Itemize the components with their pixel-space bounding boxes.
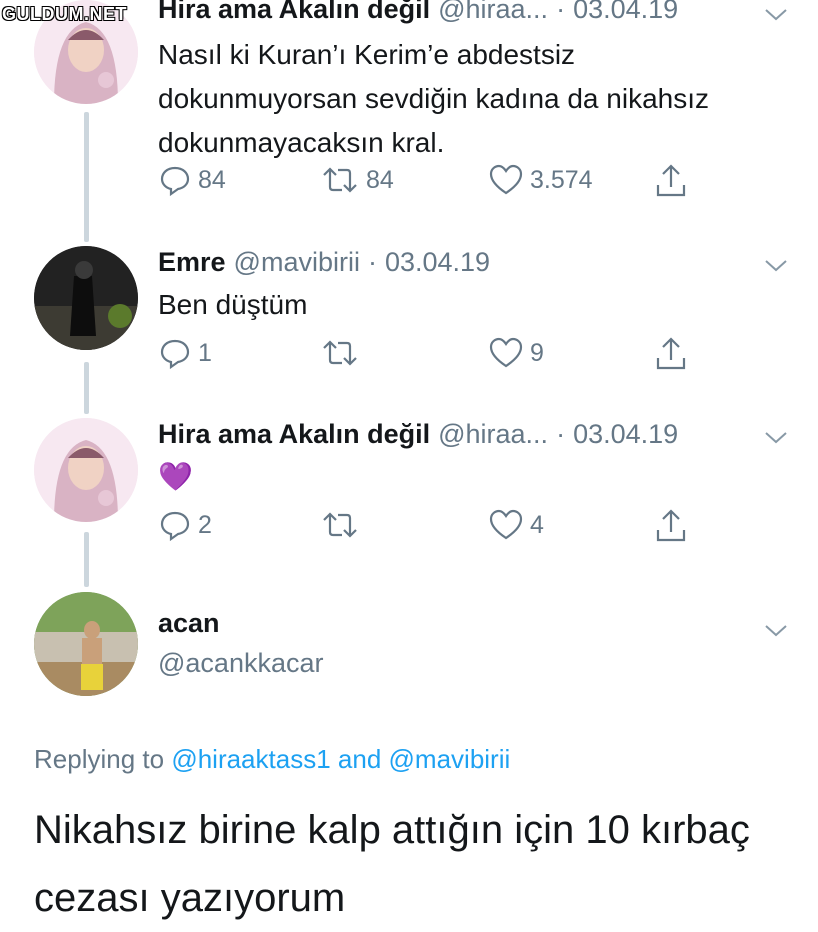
display-name[interactable]: Emre (158, 247, 226, 278)
display-name[interactable]: acan (158, 608, 220, 639)
display-name[interactable]: Hira ama Akalın değil (158, 419, 430, 450)
tweet-text: Ben düştüm (158, 283, 307, 327)
tweet-text-line: Ben düştüm (158, 289, 308, 320)
separator: · (556, 419, 566, 449)
purple-heart-emoji: 💜 (158, 460, 193, 493)
separator: · (367, 247, 377, 277)
chevron-down-icon[interactable] (762, 255, 790, 275)
tweet-header: Emre @mavibirii · 03.04.19 (158, 247, 490, 278)
tweet-text-line: dokunmuyorsan sevdiğin kadına da nikahsı… (158, 83, 710, 114)
share-button[interactable] (654, 163, 688, 199)
tweet-text-line: Nikahsız birine kalp attığın için 10 kır… (34, 808, 750, 852)
main-tweet-text: Nikahsız birine kalp attığın için 10 kır… (34, 796, 794, 932)
mention-link[interactable]: @hiraaktass1 (171, 744, 330, 774)
main-tweet-handle-row: @acankkacar (158, 648, 323, 679)
like-count: 9 (530, 338, 544, 367)
like-button[interactable]: 4 (488, 508, 544, 542)
avatar[interactable] (34, 246, 138, 350)
tweet-date[interactable]: 03.04.19 (573, 419, 678, 450)
avatar[interactable] (34, 592, 138, 696)
retweet-icon (323, 512, 357, 538)
share-icon (656, 337, 686, 370)
chevron-down-icon[interactable] (762, 620, 790, 640)
like-count: 3.574 (530, 165, 593, 194)
retweet-button[interactable]: 84 (320, 163, 394, 197)
like-button[interactable]: 9 (488, 336, 544, 370)
chevron-down-icon[interactable] (762, 427, 790, 447)
tweet-actions: 2 4 (158, 508, 698, 548)
replying-to: Replying to @hiraaktass1 and @mavibirii (34, 744, 510, 775)
heart-icon (489, 164, 523, 195)
reply-count: 2 (198, 510, 212, 539)
tweet-text: Nasıl ki Kuran’ı Kerim’e abdestsiz dokun… (158, 33, 709, 165)
heart-icon (489, 337, 523, 368)
tweet-date[interactable]: 03.04.19 (385, 247, 490, 278)
reply-button[interactable]: 84 (158, 163, 226, 197)
retweet-button[interactable] (320, 336, 366, 370)
user-handle[interactable]: @hiraa... (438, 419, 548, 450)
tweet-2[interactable]: Emre @mavibirii · 03.04.19 Ben düştüm 1 … (0, 246, 818, 396)
reply-icon (160, 166, 190, 197)
user-handle[interactable]: @acankkacar (158, 648, 323, 679)
avatar[interactable] (34, 418, 138, 522)
main-tweet-name-row: acan (158, 608, 220, 639)
replying-to-label: Replying to (34, 744, 165, 774)
tweet-header: Hira ama Akalın değil @hiraa... · 03.04.… (158, 419, 678, 450)
tweet-date[interactable]: 03.04.19 (573, 0, 678, 25)
reply-icon (160, 339, 190, 370)
chevron-down-icon[interactable] (762, 4, 790, 24)
share-button[interactable] (654, 336, 688, 372)
tweet-1[interactable]: Hira ama Akalın değil @hiraa... · 03.04.… (0, 0, 818, 230)
share-icon (656, 164, 686, 197)
like-count: 4 (530, 510, 544, 539)
retweet-button[interactable] (320, 508, 366, 542)
reply-button[interactable]: 1 (158, 336, 212, 370)
tweet-text-line: dokunmayacaksın kral. (158, 127, 445, 158)
watermark: GULDUM.NET (2, 4, 127, 24)
tweet-actions: 1 9 (158, 336, 698, 376)
tweet-text-line: Nasıl ki Kuran’ı Kerim’e abdestsiz (158, 39, 576, 70)
reply-count: 84 (198, 165, 226, 194)
like-button[interactable]: 3.574 (488, 163, 593, 197)
user-handle[interactable]: @hiraa... (438, 0, 548, 25)
user-handle[interactable]: @mavibirii (234, 247, 360, 278)
retweet-icon (323, 340, 357, 366)
display-name[interactable]: Hira ama Akalın değil (158, 0, 430, 25)
reply-icon (160, 511, 190, 542)
tweet-header: Hira ama Akalın değil @hiraa... · 03.04.… (158, 0, 678, 25)
retweet-count: 84 (366, 165, 394, 194)
reply-button[interactable]: 2 (158, 508, 212, 542)
tweet-text: 💜 (158, 455, 193, 499)
reply-count: 1 (198, 338, 212, 367)
mention-link[interactable]: @mavibirii (389, 744, 511, 774)
conjunction: and (337, 744, 382, 774)
share-button[interactable] (654, 508, 688, 544)
heart-icon (489, 509, 523, 540)
tweet-3[interactable]: Hira ama Akalın değil @hiraa... · 03.04.… (0, 418, 818, 568)
retweet-icon (323, 167, 357, 193)
separator: · (556, 0, 566, 24)
share-icon (656, 509, 686, 542)
tweet-actions: 84 84 3.574 (158, 163, 698, 203)
tweet-text-line: cezası yazıyorum (34, 876, 346, 920)
